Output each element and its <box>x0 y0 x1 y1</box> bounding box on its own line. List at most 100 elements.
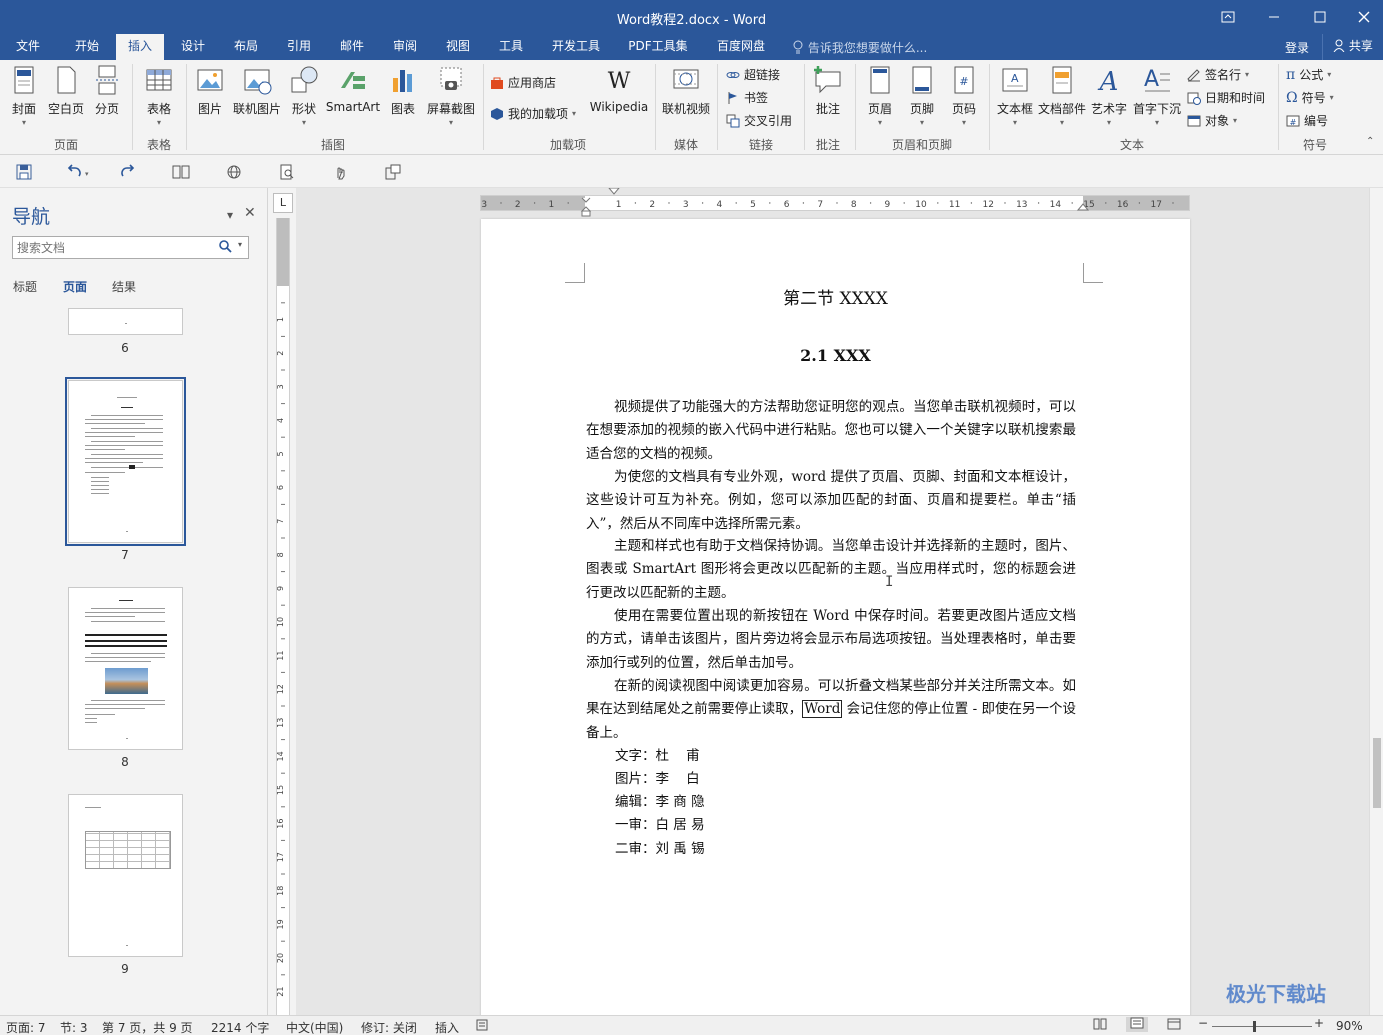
chevron-down-icon: ▾ <box>961 118 966 127</box>
zoom-slider-thumb[interactable] <box>1253 1021 1256 1032</box>
paragraph: 为使您的文档具有专业外观，word 提供了页眉、页脚、封面和文本框设计，这些设计… <box>586 469 1076 532</box>
minimize-button[interactable] <box>1251 0 1297 34</box>
nav-search-input[interactable] <box>13 237 208 258</box>
tab-review[interactable]: 审阅 <box>381 34 429 60</box>
hyperlink-button[interactable]: 超链接 <box>726 66 780 83</box>
textbox-button[interactable]: A 文本框 ▾ <box>996 64 1034 127</box>
read-mode-icon <box>172 165 190 179</box>
page-number-label: 6 <box>121 341 129 355</box>
smartart-button[interactable]: SmartArt <box>325 64 381 114</box>
page-thumbnail-selected[interactable] <box>65 377 186 546</box>
object-button[interactable]: 对象 ▾ <box>1187 112 1237 129</box>
read-mode-view-button[interactable] <box>1093 1018 1107 1033</box>
online-video-button[interactable]: 联机视频 <box>660 64 712 117</box>
scrollbar-thumb[interactable] <box>1373 738 1381 808</box>
status-insert-mode[interactable]: 插入 <box>435 1019 459 1035</box>
close-button[interactable] <box>1341 0 1383 34</box>
right-indent-marker[interactable] <box>1076 196 1090 212</box>
tab-insert[interactable]: 插入 <box>116 34 164 60</box>
tab-tools[interactable]: 工具 <box>487 34 535 60</box>
customize-toolbar-button[interactable] <box>382 162 404 182</box>
quick-parts-button[interactable]: 文档部件 ▾ <box>1036 64 1088 127</box>
my-addins-button[interactable]: 我的加载项 ▾ <box>490 105 576 122</box>
picture-button[interactable]: 图片 <box>193 64 227 117</box>
print-layout-view-button[interactable] <box>1126 1017 1148 1032</box>
signature-line-button[interactable]: 签名行 ▾ <box>1187 66 1249 83</box>
shapes-button[interactable]: 形状 ▾ <box>287 64 321 127</box>
undo-button[interactable]: ▾ <box>62 162 96 182</box>
store-button[interactable]: 应用商店 <box>490 74 556 91</box>
tab-file[interactable]: 文件 <box>3 34 53 60</box>
nav-tab-results[interactable]: 结果 <box>112 278 136 295</box>
save-button[interactable] <box>13 162 35 182</box>
cover-page-button[interactable]: 封面 ▾ <box>6 64 42 127</box>
page-break-button[interactable]: 分页 <box>89 64 125 117</box>
drop-cap-button[interactable]: A 首字下沉 ▾ <box>1132 64 1182 127</box>
tab-pdf-tools[interactable]: PDF工具集 <box>620 34 696 60</box>
header-button[interactable]: 页眉 ▾ <box>862 64 898 127</box>
tab-home[interactable]: 开始 <box>62 34 112 60</box>
status-page-of[interactable]: 第 7 页，共 9 页 <box>102 1019 193 1035</box>
tab-layout[interactable]: 布局 <box>222 34 270 60</box>
page-number-button[interactable]: # 页码 ▾ <box>946 64 982 127</box>
nav-tab-headings[interactable]: 标题 <box>13 278 37 295</box>
page-thumbnail[interactable] <box>68 794 183 957</box>
maximize-button[interactable] <box>1297 0 1343 34</box>
first-line-indent-marker[interactable] <box>607 188 621 201</box>
wikipedia-button[interactable]: W Wikipedia <box>588 64 650 114</box>
zoom-level[interactable]: 90% <box>1336 1019 1363 1033</box>
tab-baidu-netdisk[interactable]: 百度网盘 <box>706 34 776 60</box>
print-preview-button[interactable] <box>276 162 298 182</box>
web-layout-button[interactable] <box>223 162 245 182</box>
numbering-button[interactable]: # 编号 <box>1286 112 1328 129</box>
page-thumbnail[interactable] <box>68 587 183 750</box>
tab-developer[interactable]: 开发工具 <box>540 34 612 60</box>
tab-mailings[interactable]: 邮件 <box>328 34 376 60</box>
ribbon-display-options-button[interactable] <box>1205 0 1251 34</box>
nav-close-button[interactable]: ✕ <box>244 205 256 221</box>
document-page[interactable]: 第二节 XXXX 2.1 XXX 视频提供了功能强大的方法帮助您证明您的观点。当… <box>481 219 1190 1015</box>
tab-design[interactable]: 设计 <box>169 34 217 60</box>
chevron-down-icon[interactable]: ▾ <box>238 240 242 249</box>
status-word-count[interactable]: 2214 个字 <box>211 1019 269 1035</box>
web-layout-view-button[interactable] <box>1167 1018 1181 1033</box>
cross-reference-button[interactable]: 交叉引用 <box>726 112 792 129</box>
nav-options-button[interactable]: ▾ <box>227 208 233 222</box>
tab-view[interactable]: 视图 <box>434 34 482 60</box>
read-mode-button[interactable] <box>170 162 192 182</box>
page-thumbnail[interactable] <box>68 308 183 335</box>
equation-button[interactable]: π 公式 ▾ <box>1286 66 1331 83</box>
table-button[interactable]: 表格 ▾ <box>141 64 177 127</box>
redo-button[interactable] <box>117 162 139 182</box>
ruler-tick <box>1004 202 1006 204</box>
status-language[interactable]: 中文(中国) <box>286 1019 343 1035</box>
macro-recording-icon[interactable] <box>476 1018 488 1035</box>
datetime-button[interactable]: 日期和时间 <box>1187 89 1265 106</box>
footer-button[interactable]: 页脚 ▾ <box>904 64 940 127</box>
nav-tab-pages[interactable]: 页面 <box>63 278 87 295</box>
search-icon[interactable] <box>218 239 232 256</box>
blank-page-button[interactable]: 空白页 <box>46 64 86 117</box>
comment-button[interactable]: 批注 <box>810 64 846 117</box>
tell-me-box[interactable]: 告诉我您想要做什么... <box>792 39 927 56</box>
screenshot-button[interactable]: 屏幕截图 ▾ <box>424 64 478 127</box>
status-page[interactable]: 页面: 7 <box>6 1019 46 1035</box>
vertical-scrollbar[interactable] <box>1369 188 1383 1015</box>
collapse-ribbon-button[interactable]: ⌃ <box>1366 136 1374 147</box>
indent-marker[interactable] <box>579 188 593 217</box>
touch-mode-button[interactable] <box>329 162 351 182</box>
tab-references[interactable]: 引用 <box>275 34 323 60</box>
zoom-slider[interactable] <box>1212 1021 1312 1032</box>
tab-selector-button[interactable]: L <box>273 193 293 213</box>
zoom-out-button[interactable]: − <box>1198 1016 1208 1030</box>
wordart-button[interactable]: A 艺术字 ▾ <box>1090 64 1128 127</box>
share-button[interactable]: 共享 <box>1322 34 1383 60</box>
status-section[interactable]: 节: 3 <box>60 1019 88 1035</box>
bookmark-button[interactable]: 书签 <box>726 89 768 106</box>
chart-button[interactable]: 图表 <box>386 64 420 117</box>
login-link[interactable]: 登录 <box>1285 39 1309 56</box>
symbol-button[interactable]: Ω 符号 ▾ <box>1286 89 1334 106</box>
online-picture-button[interactable]: 联机图片 <box>230 64 284 117</box>
zoom-in-button[interactable]: + <box>1314 1016 1324 1030</box>
status-track-changes[interactable]: 修订: 关闭 <box>361 1019 417 1035</box>
